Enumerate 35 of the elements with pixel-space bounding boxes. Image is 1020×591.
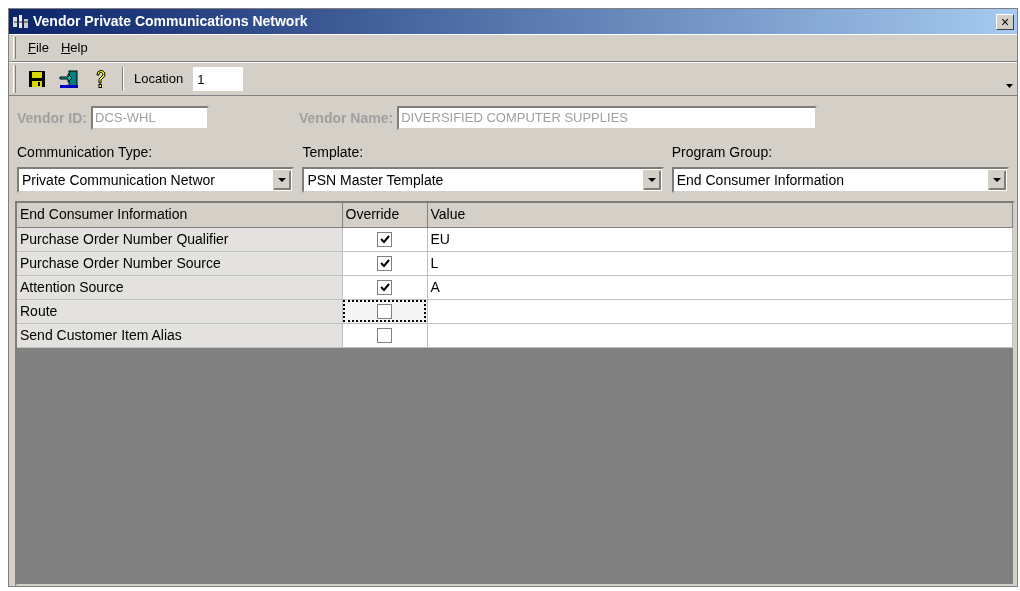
menu-item[interactable]: Help xyxy=(58,38,90,58)
close-button[interactable]: × xyxy=(996,13,1014,30)
dropdown-arrow-icon xyxy=(278,178,287,182)
value-cell: A xyxy=(427,275,1013,299)
selector-label: Communication Type: xyxy=(17,143,154,162)
row-label: Purchase Order Number Qualifier xyxy=(17,227,342,251)
dropdown[interactable]: End Consumer Information xyxy=(671,167,1009,193)
save-icon[interactable] xyxy=(26,68,48,90)
dropdown[interactable]: Private Communication Networ xyxy=(17,167,295,193)
column-header[interactable]: Override xyxy=(342,203,427,227)
row-label: Send Customer Item Alias xyxy=(17,323,342,347)
override-checkbox[interactable] xyxy=(377,280,392,296)
row-label: Attention Source xyxy=(17,275,342,299)
override-checkbox[interactable] xyxy=(377,232,392,248)
dropdown[interactable]: PSN Master Template xyxy=(302,167,664,193)
column-header[interactable]: Value xyxy=(427,203,1013,227)
selector-label: Template: xyxy=(302,143,365,162)
selector-label: Program Group: xyxy=(671,143,774,162)
row-label: Route xyxy=(17,299,342,323)
app-icon xyxy=(12,13,30,30)
value-cell: EU xyxy=(427,227,1013,251)
value-cell: L xyxy=(427,251,1013,275)
override-checkbox[interactable] xyxy=(377,328,392,344)
dropdown-arrow-icon xyxy=(647,178,656,182)
override-checkbox[interactable] xyxy=(377,304,392,320)
location-label: Location xyxy=(134,70,184,89)
menu-item[interactable]: File xyxy=(26,38,51,58)
window-title: Vendor Private Communications Network xyxy=(33,12,308,31)
row-label: Purchase Order Number Source xyxy=(17,251,342,275)
column-header[interactable]: End Consumer Information xyxy=(17,203,342,227)
exit-door-icon[interactable] xyxy=(58,68,80,90)
override-checkbox[interactable] xyxy=(377,256,392,272)
dropdown-arrow-icon xyxy=(993,178,1001,182)
location-field[interactable]: 1 xyxy=(193,67,244,91)
toolbar-overflow-icon[interactable] xyxy=(1006,84,1013,88)
